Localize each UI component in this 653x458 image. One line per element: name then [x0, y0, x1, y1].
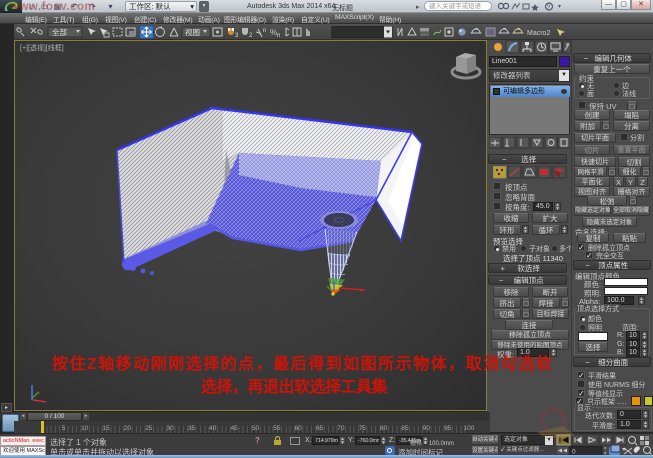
svg-text:全部: 全部 — [52, 27, 67, 37]
svg-text:3: 3 — [235, 33, 239, 39]
svg-text:视图: 视图 — [185, 27, 200, 37]
svg-text:n: n — [277, 33, 280, 39]
svg-text:2: 2 — [249, 33, 253, 39]
svg-text:Macro2: Macro2 — [527, 30, 550, 37]
svg-text:n: n — [263, 28, 266, 34]
